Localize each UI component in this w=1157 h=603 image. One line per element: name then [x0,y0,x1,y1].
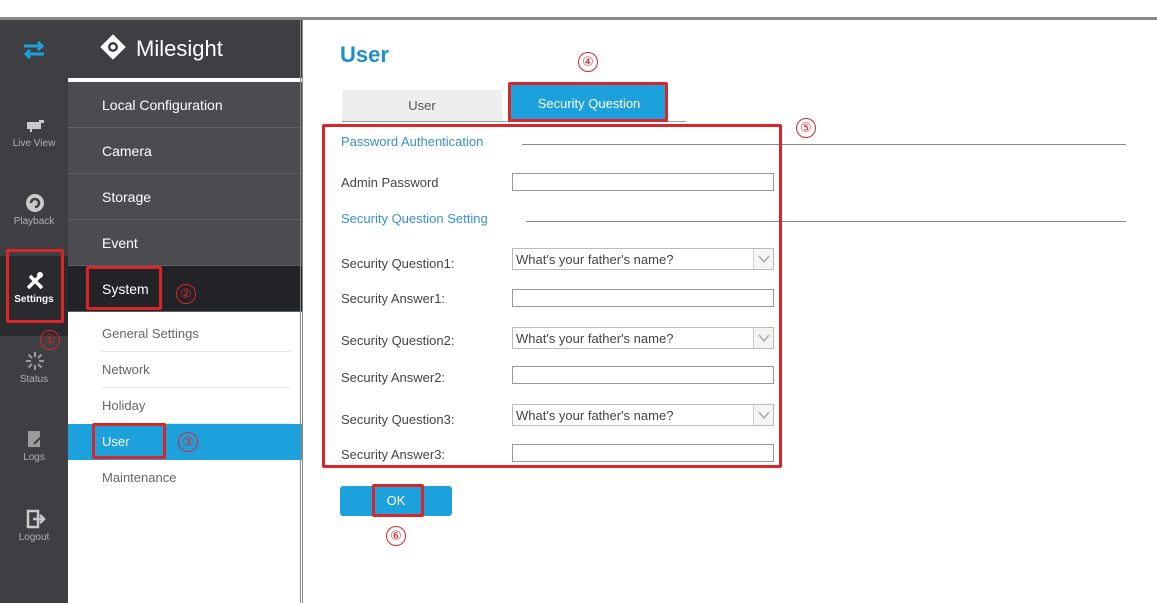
rail-label-status: Status [19,374,49,385]
annotation-box-form [322,124,782,468]
annotation-number-6: ⑥ [386,526,406,546]
swap-arrows-icon [23,40,45,60]
annotation-box-ok [372,484,424,517]
rail-item-status[interactable]: Status [0,336,68,416]
annotation-box-user [92,423,166,459]
submenu-holiday[interactable]: Holiday [102,388,290,424]
rail-label-logs: Logs [23,452,45,463]
annotation-box-security-question-tab [508,82,668,122]
annotation-box-settings [6,249,64,323]
page-title: User [340,42,389,67]
menu-camera[interactable]: Camera [68,128,302,174]
annotation-number-3: ③ [178,432,198,452]
rail-item-playback[interactable]: Playback [0,178,68,258]
panel-divider [300,20,303,603]
top-strip [0,0,1157,20]
rail-item-logs[interactable]: Logs [0,414,68,494]
brand-bar: Milesight [68,20,302,78]
settings-menu: Milesight Local Configuration Camera Sto… [68,20,302,603]
rail-label-live-view: Live View [12,138,56,149]
rail-item-logout[interactable]: Logout [0,494,68,574]
rail-label-playback: Playback [13,216,55,227]
submenu-network[interactable]: Network [102,352,290,388]
menu-toggle-button[interactable] [0,20,68,78]
live-view-icon [27,120,44,132]
menu-storage[interactable]: Storage [68,174,302,220]
annotation-number-5: ⑤ [796,118,816,138]
logs-icon [28,431,44,447]
annotation-number-2: ② [176,284,196,304]
rail-item-live-view[interactable]: Live View [0,100,68,180]
menu-local-configuration[interactable]: Local Configuration [68,82,302,128]
submenu-maintenance[interactable]: Maintenance [102,460,290,496]
submenu-general-settings[interactable]: General Settings [102,316,290,352]
logout-icon [26,509,46,529]
milesight-logo-icon [100,34,126,60]
annotation-box-system [86,266,162,310]
tab-user[interactable]: User [342,90,502,122]
rail-label-logout: Logout [18,532,50,543]
menu-event[interactable]: Event [68,220,302,266]
annotation-number-4: ④ [578,52,598,72]
status-icon [26,352,44,370]
annotation-number-1: ① [40,330,60,350]
playback-icon [26,194,44,212]
brand-name: Milesight [136,36,223,61]
